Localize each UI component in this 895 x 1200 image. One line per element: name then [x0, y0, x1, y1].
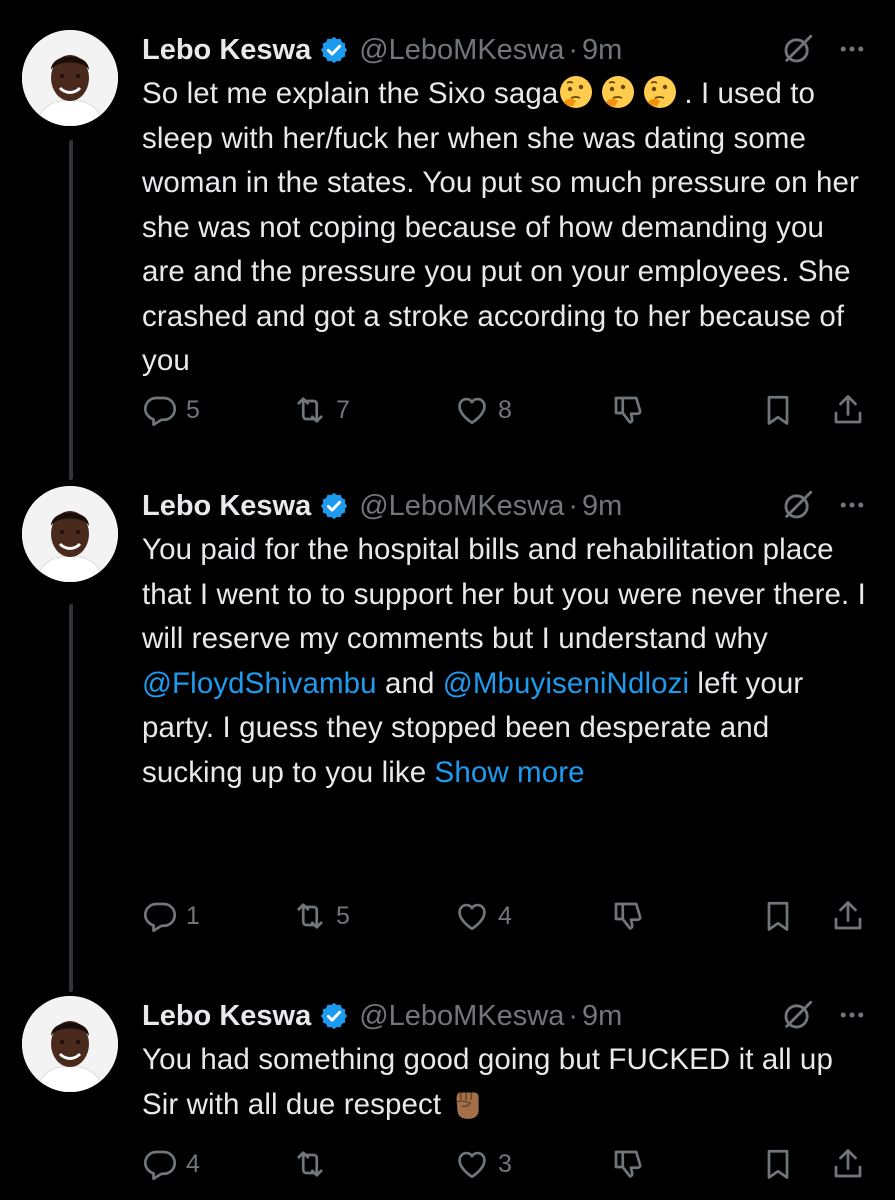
thinking-face-emoji-icon	[560, 76, 593, 108]
thread-line	[69, 140, 73, 480]
repost-count: 7	[336, 395, 350, 424]
tweet-text: You paid for the hospital bills and reha…	[142, 528, 867, 795]
repost-icon	[297, 903, 323, 929]
avatar-image	[22, 486, 118, 582]
avatar[interactable]	[22, 30, 118, 126]
dislike-icon	[614, 902, 642, 930]
dislike-icon	[614, 1150, 642, 1178]
more-options-icon[interactable]	[837, 34, 867, 64]
mention-link[interactable]: @FloydShivambu	[142, 667, 377, 700]
show-more-link[interactable]: Show more	[435, 756, 585, 789]
thread-line	[69, 604, 73, 992]
avatar[interactable]	[22, 486, 118, 582]
tweet-text-part: . I used to sleep with her/fuck her when…	[142, 77, 859, 377]
reply-icon	[143, 396, 177, 427]
tweet-actions: 4 3	[142, 1146, 867, 1186]
tweet-header: Lebo Keswa @LeboMKeswa · 9m	[142, 30, 867, 70]
verified-badge-icon	[321, 1002, 348, 1030]
tweet-header: Lebo Keswa @LeboMKeswa · 9m	[142, 486, 867, 526]
separator-dot: ·	[568, 490, 579, 522]
dislike-button[interactable]	[610, 898, 646, 934]
author-handle[interactable]: @LeboMKeswa	[359, 486, 564, 526]
tweet-text: So let me explain the Sixo saga🤔🤔🤔. I us…	[142, 72, 867, 384]
tweet-text-part: You paid for the hospital bills and reha…	[142, 533, 866, 655]
raised-fist-emoji-icon	[456, 1091, 479, 1119]
reply-button[interactable]: 1	[142, 898, 200, 934]
thinking-face-emoji-icon	[602, 76, 635, 108]
share-icon	[834, 395, 862, 424]
bookmark-icon	[767, 1149, 789, 1179]
tweet-actions: 5 7 8	[142, 392, 867, 432]
timestamp[interactable]: 9m	[582, 30, 622, 70]
repost-icon	[297, 1151, 323, 1177]
repost-button[interactable]: 5	[292, 898, 350, 934]
reply-button[interactable]: 4	[142, 1146, 200, 1182]
verified-badge-icon	[321, 492, 348, 520]
avatar-image	[22, 30, 118, 126]
bookmark-button[interactable]	[760, 898, 796, 934]
reply-count: 1	[186, 901, 200, 930]
repost-button[interactable]	[292, 1146, 336, 1182]
like-count: 4	[498, 901, 512, 930]
dislike-button[interactable]	[610, 392, 646, 428]
like-button[interactable]: 4	[454, 898, 512, 934]
share-button[interactable]	[830, 392, 866, 428]
author-name[interactable]: Lebo Keswa	[142, 30, 311, 70]
author-name[interactable]: Lebo Keswa	[142, 996, 311, 1036]
more-options-icon[interactable]	[837, 490, 867, 520]
avatar-image	[22, 996, 118, 1092]
tweet-header: Lebo Keswa @LeboMKeswa · 9m	[142, 996, 867, 1036]
author-handle[interactable]: @LeboMKeswa	[359, 30, 564, 70]
like-button[interactable]: 3	[454, 1146, 512, 1182]
dislike-button[interactable]	[610, 1146, 646, 1182]
reply-count: 4	[186, 1149, 200, 1178]
bookmark-icon	[767, 395, 789, 425]
repost-count: 5	[336, 901, 350, 930]
tweet-text-part: and	[376, 666, 443, 700]
repost-icon	[297, 397, 323, 423]
tweet-text-part: So let me explain the Sixo saga	[142, 77, 559, 110]
like-count: 3	[498, 1149, 512, 1178]
like-icon	[458, 1151, 486, 1179]
bookmark-button[interactable]	[760, 1146, 796, 1182]
share-icon	[834, 1149, 862, 1178]
author-handle[interactable]: @LeboMKeswa	[359, 996, 564, 1036]
thinking-face-emoji-icon	[644, 76, 677, 108]
grok-icon[interactable]	[781, 998, 815, 1032]
like-count: 8	[498, 395, 512, 424]
bookmark-icon	[767, 901, 789, 931]
dislike-icon	[614, 396, 642, 424]
share-icon	[834, 901, 862, 930]
grok-icon[interactable]	[781, 488, 815, 522]
tweet-text: You had something good going but FUCKED …	[142, 1038, 867, 1127]
tweet-text-part: You had something good going but FUCKED …	[142, 1043, 833, 1121]
share-button[interactable]	[830, 1146, 866, 1182]
separator-dot: ·	[568, 34, 579, 66]
more-options-icon[interactable]	[837, 1000, 867, 1030]
like-icon	[458, 903, 486, 931]
bookmark-button[interactable]	[760, 392, 796, 428]
reply-icon	[143, 1150, 177, 1181]
like-icon	[458, 397, 486, 425]
reply-button[interactable]: 5	[142, 392, 200, 428]
verified-badge-icon	[321, 36, 348, 64]
like-button[interactable]: 8	[454, 392, 512, 428]
grok-icon[interactable]	[781, 32, 815, 66]
repost-button[interactable]: 7	[292, 392, 350, 428]
reply-icon	[143, 902, 177, 933]
reply-count: 5	[186, 395, 200, 424]
tweet-actions: 1 5 4	[142, 898, 867, 938]
mention-link[interactable]: @MbuyiseniNdlozi	[443, 667, 689, 700]
timestamp[interactable]: 9m	[582, 486, 622, 526]
avatar[interactable]	[22, 996, 118, 1092]
share-button[interactable]	[830, 898, 866, 934]
author-name[interactable]: Lebo Keswa	[142, 486, 311, 526]
timestamp[interactable]: 9m	[582, 996, 622, 1036]
separator-dot: ·	[568, 1000, 579, 1032]
